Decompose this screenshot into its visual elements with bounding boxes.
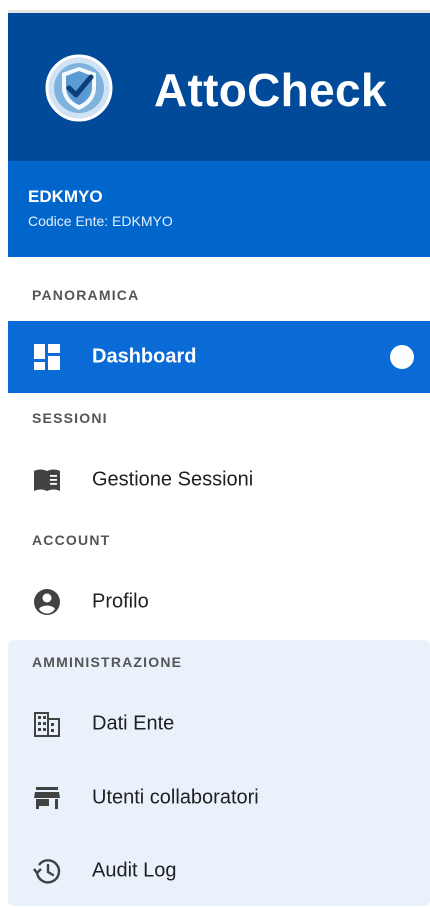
building-icon bbox=[34, 712, 60, 737]
active-indicator bbox=[390, 345, 414, 369]
store-icon bbox=[34, 787, 60, 809]
nav-label-gestione-sessioni: Gestione Sessioni bbox=[92, 468, 254, 491]
section-amministrazione: AMMINISTRAZIONE bbox=[32, 654, 183, 670]
nav-item-dati-ente[interactable]: Dati Ente bbox=[8, 688, 430, 760]
dashboard-icon bbox=[34, 344, 60, 370]
section-sessioni: SESSIONI bbox=[32, 410, 108, 426]
book-icon bbox=[34, 469, 60, 491]
nav-item-dashboard[interactable]: Dashboard bbox=[8, 321, 430, 393]
nav-label-dati-ente: Dati Ente bbox=[92, 712, 175, 735]
shield-check-icon bbox=[45, 54, 113, 122]
nav-label-dashboard: Dashboard bbox=[92, 345, 197, 368]
entity-name: EDKMYO bbox=[28, 187, 103, 206]
app-title: AttoCheck bbox=[154, 64, 387, 116]
nav-label-utenti-collaboratori: Utenti collaboratori bbox=[92, 786, 259, 809]
nav-item-profilo[interactable]: Profilo bbox=[8, 566, 430, 638]
account-circle-icon bbox=[34, 589, 60, 615]
history-icon bbox=[33, 859, 61, 884]
nav-label-audit-log: Audit Log bbox=[92, 859, 177, 882]
nav-item-utenti-collaboratori[interactable]: Utenti collaboratori bbox=[8, 762, 430, 834]
nav-label-profilo: Profilo bbox=[92, 590, 149, 613]
entity-code: Codice Ente: EDKMYO bbox=[28, 213, 173, 229]
section-panoramica: PANORAMICA bbox=[32, 287, 140, 303]
section-account: ACCOUNT bbox=[32, 532, 111, 548]
brand-header: AttoCheck bbox=[8, 13, 430, 161]
nav-item-gestione-sessioni[interactable]: Gestione Sessioni bbox=[8, 444, 430, 516]
nav-item-audit-log[interactable]: Audit Log bbox=[8, 835, 430, 907]
entity-info: EDKMYO Codice Ente: EDKMYO bbox=[8, 161, 430, 257]
